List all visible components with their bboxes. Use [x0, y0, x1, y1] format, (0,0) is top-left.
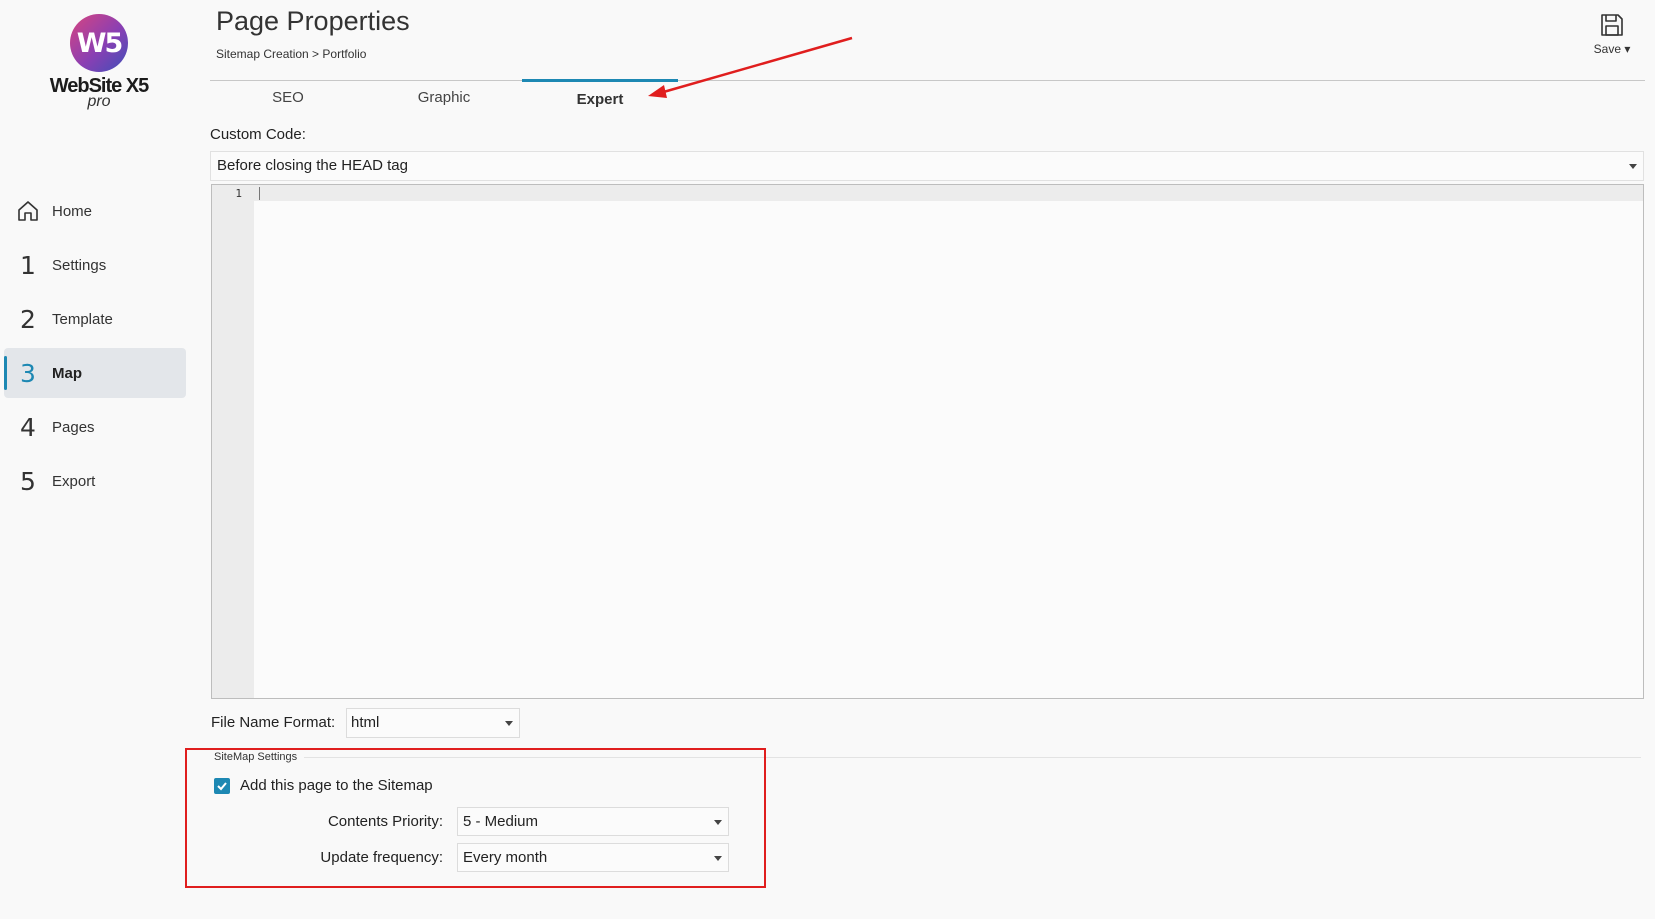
code-editor[interactable]: 1	[211, 184, 1644, 699]
update-frequency-value: Every month	[463, 849, 548, 866]
sidebar-item-label: Home	[52, 202, 93, 220]
update-frequency-select[interactable]: Every month	[457, 843, 729, 872]
page-title: Page Properties	[216, 6, 410, 36]
sidebar-item-label: Map	[52, 364, 82, 382]
tab-seo[interactable]: SEO	[210, 79, 366, 117]
save-icon	[1601, 14, 1623, 36]
sidebar-item-settings[interactable]: 1 Settings	[4, 240, 186, 290]
sidebar: W5 WebSite X5 pro Home 1 Settings 2 Temp…	[0, 0, 196, 919]
tab-bar: SEO Graphic Expert	[210, 79, 678, 117]
sitemap-divider	[304, 757, 1641, 758]
sidebar-item-label: Template	[52, 310, 113, 328]
step-number: 1	[20, 250, 36, 280]
step-number: 5	[20, 466, 36, 496]
current-line-highlight	[254, 185, 1643, 201]
sidebar-item-label: Export	[52, 472, 96, 490]
update-frequency-label: Update frequency:	[320, 849, 443, 866]
sidebar-item-label: Settings	[52, 256, 107, 274]
checkbox-checked-icon	[214, 777, 230, 794]
text-cursor	[259, 187, 260, 200]
breadcrumb: Sitemap Creation > Portfolio	[216, 47, 367, 61]
chevron-down-icon	[714, 856, 722, 861]
sidebar-item-home[interactable]: Home	[4, 186, 186, 236]
home-icon	[4, 199, 52, 223]
sidebar-item-map[interactable]: 3 Map	[4, 348, 186, 398]
add-to-sitemap-label: Add this page to the Sitemap	[240, 777, 433, 794]
custom-code-label: Custom Code:	[210, 126, 306, 143]
file-name-format-value: html	[351, 714, 380, 731]
line-number: 1	[235, 187, 242, 200]
code-position-value: Before closing the HEAD tag	[217, 157, 408, 174]
line-gutter	[212, 185, 254, 698]
chevron-down-icon	[714, 820, 722, 825]
app-window: W5 WebSite X5 pro Home 1 Settings 2 Temp…	[0, 0, 1655, 919]
file-name-format-label: File Name Format:	[211, 714, 336, 731]
w5-logo-icon: W5	[70, 14, 128, 72]
logo-edition: pro	[87, 93, 111, 110]
tab-graphic[interactable]: Graphic	[366, 79, 522, 117]
sidebar-item-label: Pages	[52, 418, 95, 436]
sidebar-item-export[interactable]: 5 Export	[4, 456, 186, 506]
code-position-select[interactable]: Before closing the HEAD tag	[210, 151, 1644, 181]
contents-priority-select[interactable]: 5 - Medium	[457, 807, 729, 836]
save-button[interactable]: Save ▾	[1589, 12, 1635, 56]
file-name-format-select[interactable]: html	[346, 708, 520, 738]
contents-priority-value: 5 - Medium	[463, 813, 539, 830]
sidebar-nav: Home 1 Settings 2 Template 3 Map 4 Pages…	[4, 186, 186, 510]
tab-expert[interactable]: Expert	[522, 79, 678, 117]
step-number: 4	[20, 412, 36, 442]
save-label: Save ▾	[1593, 42, 1631, 56]
sitemap-settings-legend: SiteMap Settings	[214, 751, 298, 763]
step-number: 2	[20, 304, 36, 334]
chevron-down-icon	[505, 721, 513, 726]
sidebar-item-pages[interactable]: 4 Pages	[4, 402, 186, 452]
app-logo: W5 WebSite X5 pro	[44, 14, 154, 110]
step-number: 3	[20, 358, 36, 388]
add-to-sitemap-checkbox[interactable]: Add this page to the Sitemap	[214, 777, 433, 794]
sidebar-item-template[interactable]: 2 Template	[4, 294, 186, 344]
contents-priority-label: Contents Priority:	[327, 813, 443, 830]
chevron-down-icon	[1629, 164, 1637, 169]
